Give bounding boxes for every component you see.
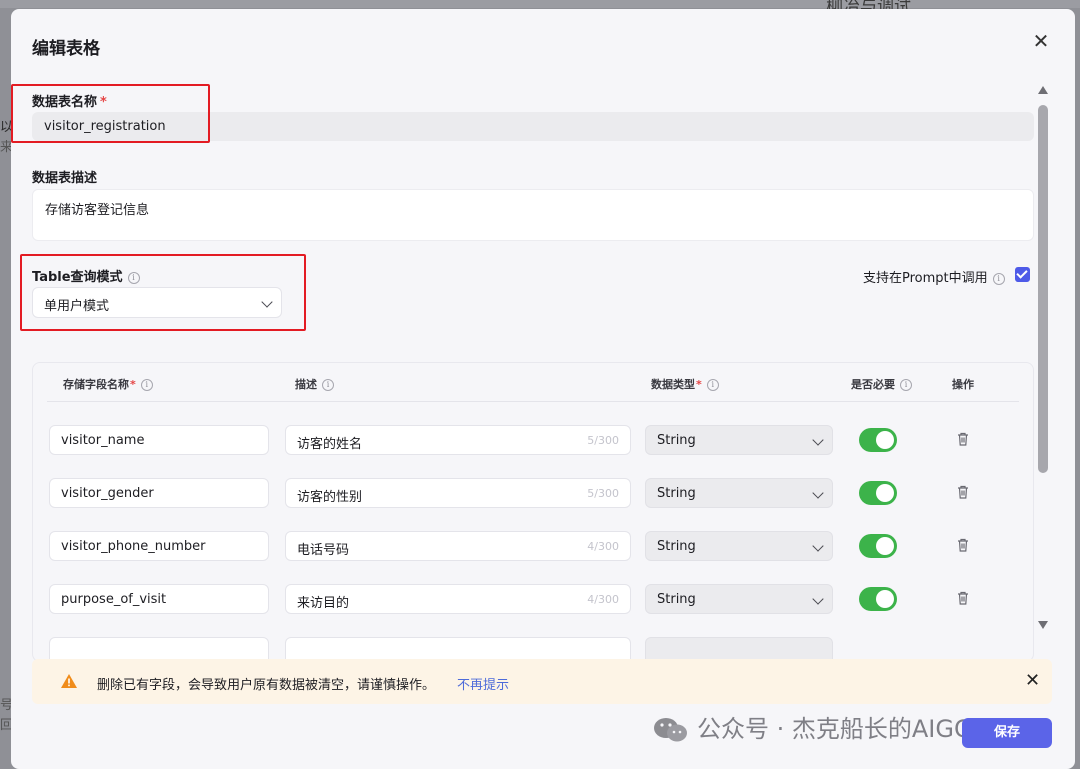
field-desc-input[interactable]: 电话号码 4/300 xyxy=(285,531,631,561)
field-desc-input[interactable]: 访客的姓名 5/300 xyxy=(285,425,631,455)
header-data-type-text: 数据类型 xyxy=(651,378,695,391)
data-type-value: String xyxy=(657,486,696,501)
table-row: visitor_name 访客的姓名 5/300 String xyxy=(33,425,1033,455)
info-icon[interactable]: i xyxy=(706,379,719,391)
scroll-up-arrow-icon[interactable] xyxy=(1038,86,1048,94)
scroll-down-arrow-icon[interactable] xyxy=(1038,621,1048,629)
prompt-support-label: 支持在Prompt中调用 i xyxy=(863,267,1005,286)
warning-banner: 删除已有字段，会导致用户原有数据被清空，请谨慎操作。 不再提示 ✕ xyxy=(32,659,1052,704)
trash-icon[interactable] xyxy=(957,432,969,446)
required-toggle[interactable] xyxy=(859,428,897,452)
trash-icon[interactable] xyxy=(957,538,969,552)
wechat-icon xyxy=(654,718,687,742)
header-data-type: 数据类型* i xyxy=(651,376,719,392)
close-icon[interactable]: ✕ xyxy=(1031,31,1051,51)
header-actions: 操作 xyxy=(952,378,974,391)
field-name-input[interactable]: purpose_of_visit xyxy=(49,584,269,614)
warning-text: 删除已有字段，会导致用户原有数据被清空，请谨慎操作。 xyxy=(97,678,436,693)
field-name-input[interactable]: visitor_gender xyxy=(49,478,269,508)
field-desc-text: 访客的姓名 xyxy=(297,437,363,452)
required-toggle[interactable] xyxy=(859,481,897,505)
query-mode-label-text: Table查询模式 xyxy=(32,270,123,285)
table-row: visitor_phone_number 电话号码 4/300 String xyxy=(33,531,1033,561)
field-desc-text: 电话号码 xyxy=(297,543,350,558)
trash-icon[interactable] xyxy=(957,591,969,605)
table-row: purpose_of_visit 来访目的 4/300 String xyxy=(33,584,1033,614)
chevron-down-icon xyxy=(812,487,824,499)
field-desc-input[interactable]: 访客的性别 5/300 xyxy=(285,478,631,508)
prompt-support-text: 支持在Prompt中调用 xyxy=(863,271,988,286)
data-type-select[interactable]: String xyxy=(645,531,833,561)
header-field-name: 存储字段名称* i xyxy=(63,376,153,392)
info-icon[interactable]: i xyxy=(322,379,334,391)
data-type-value: String xyxy=(657,592,696,607)
field-name-input[interactable]: visitor_phone_number xyxy=(49,531,269,561)
header-field-name-text: 存储字段名称 xyxy=(63,378,129,391)
data-type-value: String xyxy=(657,433,696,448)
warning-icon xyxy=(61,674,77,688)
header-required-text: 是否必要 xyxy=(851,378,895,391)
data-type-select[interactable]: String xyxy=(645,425,833,455)
backdrop-strip xyxy=(0,0,1080,8)
required-toggle[interactable] xyxy=(859,534,897,558)
field-name-input[interactable]: visitor_name xyxy=(49,425,269,455)
scrollbar-thumb[interactable] xyxy=(1038,105,1048,473)
table-name-input[interactable]: visitor_registration xyxy=(32,112,1034,141)
char-counter: 5/300 xyxy=(587,434,619,447)
table-name-label-text: 数据表名称 xyxy=(32,95,98,110)
watermark: 公众号 · 杰克船长的AIGC xyxy=(651,709,971,745)
edit-table-modal: 编辑表格 ✕ 数据表名称 * visitor_registration 数据表描述… xyxy=(11,9,1075,769)
save-button[interactable]: 保存 xyxy=(962,718,1052,748)
char-counter: 4/300 xyxy=(587,540,619,553)
table-row: visitor_gender 访客的性别 5/300 String xyxy=(33,478,1033,508)
chevron-down-icon xyxy=(812,593,824,605)
info-icon[interactable]: i xyxy=(140,379,153,391)
info-icon[interactable]: i xyxy=(992,272,1005,285)
char-counter: 5/300 xyxy=(587,487,619,500)
char-counter: 4/300 xyxy=(587,593,619,606)
query-mode-select[interactable]: 单用户模式 xyxy=(32,287,282,318)
query-mode-value: 单用户模式 xyxy=(44,299,110,314)
required-toggle[interactable] xyxy=(859,587,897,611)
field-desc-text: 来访目的 xyxy=(297,596,350,611)
close-icon[interactable]: ✕ xyxy=(1025,670,1040,691)
chevron-down-icon xyxy=(261,296,273,308)
prompt-support-checkbox[interactable] xyxy=(1015,267,1030,282)
chevron-down-icon xyxy=(812,434,824,446)
header-description-text: 描述 xyxy=(295,378,317,391)
field-desc-input[interactable]: 来访目的 4/300 xyxy=(285,584,631,614)
info-icon[interactable]: i xyxy=(900,379,912,391)
data-type-value: String xyxy=(657,539,696,554)
table-name-label: 数据表名称 * xyxy=(32,91,107,110)
header-divider xyxy=(47,401,1019,402)
info-icon[interactable]: i xyxy=(127,271,140,284)
data-type-select[interactable]: String xyxy=(645,478,833,508)
table-desc-label: 数据表描述 xyxy=(32,171,98,186)
required-mark: * xyxy=(696,378,702,391)
query-mode-label: Table查询模式 i xyxy=(32,266,140,285)
table-desc-textarea[interactable]: 存储访客登记信息 xyxy=(32,189,1034,241)
modal-title: 编辑表格 xyxy=(32,39,100,59)
data-type-select[interactable]: String xyxy=(645,584,833,614)
dont-show-again-link[interactable]: 不再提示 xyxy=(457,674,509,693)
chevron-down-icon xyxy=(812,540,824,552)
watermark-text: 公众号 · 杰克船长的AIGC xyxy=(697,715,971,743)
required-mark: * xyxy=(100,95,107,110)
field-desc-text: 访客的性别 xyxy=(297,490,363,505)
required-mark: * xyxy=(130,378,136,391)
scrollbar[interactable] xyxy=(1035,81,1051,639)
fields-table: 存储字段名称* i 描述 i 数据类型* i 是否必要 i 操作 visitor_nam… xyxy=(32,362,1034,662)
header-required: 是否必要 i xyxy=(851,376,912,392)
trash-icon[interactable] xyxy=(957,485,969,499)
header-description: 描述 i xyxy=(295,376,334,392)
